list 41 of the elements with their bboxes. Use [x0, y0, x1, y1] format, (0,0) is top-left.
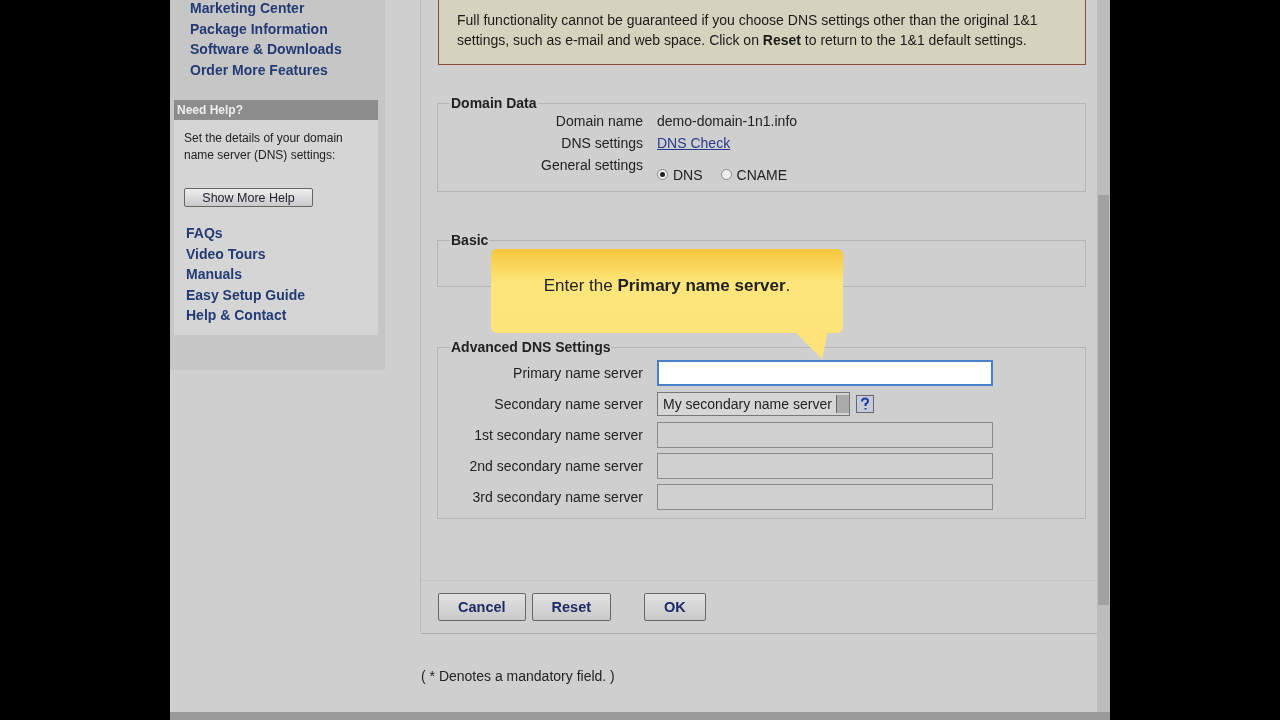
sidebar-link[interactable]: Order More Features	[190, 59, 378, 80]
section-title: Advanced DNS Settings	[450, 339, 612, 355]
vertical-scrollbar[interactable]	[1097, 0, 1110, 712]
field-label: Primary name server	[512, 364, 644, 381]
help-link[interactable]: Help & Contact	[186, 305, 378, 326]
sidebar-link[interactable]: Software & Downloads	[190, 39, 378, 60]
help-link[interactable]: FAQs	[186, 223, 378, 244]
horizontal-scrollbar[interactable]	[170, 712, 1110, 720]
form-button[interactable]: Cancel	[438, 593, 526, 621]
form-button[interactable]: OK	[644, 593, 706, 621]
radio-label: DNS	[673, 166, 703, 183]
form-button[interactable]: Reset	[531, 593, 612, 621]
select-field[interactable]: My secondary name server	[657, 391, 850, 416]
field-value: demo-domain-1n1.info	[657, 113, 798, 129]
field-label: General settings	[540, 157, 644, 173]
field-label: 2nd secondary name server	[468, 457, 644, 474]
help-link[interactable]: Manuals	[186, 264, 378, 285]
help-text: Set the details of your domain name server (DNS) settings:	[183, 130, 344, 164]
field-label: 1st secondary name server	[473, 426, 644, 443]
help-link[interactable]: Easy Setup Guide	[186, 284, 378, 305]
help-icon[interactable]	[855, 394, 874, 413]
field-label: DNS settings	[560, 135, 644, 151]
dns-check-link[interactable]: DNS Check	[657, 135, 731, 151]
section-title: Basic	[450, 232, 490, 248]
field-label: 3rd secondary name server	[471, 488, 644, 505]
field-label: Secondary name server	[493, 395, 644, 412]
mandatory-note: ( * Denotes a mandatory field. )	[421, 668, 615, 684]
tooltip: Enter the Primary name server.	[491, 249, 843, 333]
help-header: Need Help?	[174, 100, 378, 120]
radio-label: CNAME	[736, 166, 788, 183]
tooltip-pointer	[794, 331, 828, 359]
field-label: Domain name	[554, 113, 644, 129]
sidebar-link[interactable]: Marketing Center	[190, 0, 378, 19]
radio-button[interactable]	[657, 169, 668, 180]
input-field[interactable]	[657, 359, 993, 386]
sidebar-link[interactable]: Package Information	[190, 18, 378, 39]
radio-button[interactable]	[720, 169, 732, 180]
help-link[interactable]: Video Tours	[186, 243, 378, 264]
section-title: Domain Data	[450, 95, 538, 111]
show-more-help-button[interactable]: Show More Help	[184, 188, 313, 207]
warning-message: Full functionality cannot be guaranteed if you choose DNS settings other than the original 1&1 settings, such as e-mail and web space. Click on Reset to return to the 1&1 default settings.	[438, 0, 1086, 65]
